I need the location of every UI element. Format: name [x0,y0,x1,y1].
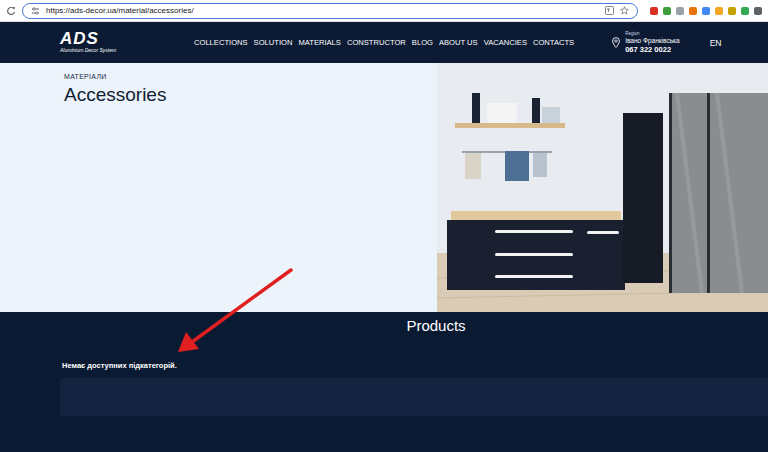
nav-item[interactable]: MATERIALS [298,38,340,47]
extension-icon[interactable] [676,7,684,15]
translate-icon[interactable] [605,6,614,15]
language-switch[interactable]: EN [710,38,722,48]
empty-products-card [60,378,768,416]
region-city[interactable]: Івано Франківська [625,37,679,45]
nav-item[interactable]: SOLUTION [254,38,293,47]
nav-item[interactable]: CONSTRUCTOR [347,38,406,47]
main-nav: COLLECTIONS SOLUTION MATERIALS CONSTRUCTOR B… [194,38,574,47]
extension-icon[interactable] [715,7,723,15]
url-text[interactable]: https://ads-decor.ua/material/accessorie… [46,6,599,15]
empty-message: Немає доступних підкатегорій. [62,361,768,370]
region-selector[interactable]: RegionІвано Франківська067 322 0022 [612,31,679,55]
phone-number[interactable]: 067 322 0022 [625,45,679,55]
extension-icon[interactable] [663,7,671,15]
nav-item[interactable]: VACANCIES [484,38,527,47]
breadcrumb[interactable]: МАТЕРІАЛИ [64,73,437,80]
logo-subtitle[interactable]: Aluminium Decor System [60,47,124,54]
extension-icon[interactable] [689,7,697,15]
nav-item[interactable]: BLOG [412,38,433,47]
extension-icon[interactable] [650,7,658,15]
location-pin-icon[interactable] [612,37,620,48]
hero-text: МАТЕРІАЛИ Accessories [0,63,437,312]
nav-item[interactable]: CONTACTS [533,38,574,47]
extension-icon[interactable] [741,7,749,15]
annotation-arrow-icon [0,0,768,452]
products-section: Products Немає доступних підкатегорій. [0,312,768,452]
section-heading: Products [0,317,768,335]
site-header: ADSAluminium Decor System COLLECTIONS SOLU… [0,22,768,63]
region-info: RegionІвано Франківська067 322 0022 [625,31,679,55]
extensions [650,7,762,15]
region-label: Region [625,31,679,37]
address-bar[interactable]: https://ads-decor.ua/material/accessorie… [22,3,638,19]
site-info-icon[interactable] [31,7,40,15]
logo-text[interactable]: ADS [60,31,124,47]
hero-photo [437,63,768,312]
logo[interactable]: ADSAluminium Decor System [60,31,124,54]
bookmark-star-icon[interactable] [620,6,629,15]
hero: МАТЕРІАЛИ Accessories [0,63,768,312]
extension-icon[interactable] [728,7,736,15]
nav-item[interactable]: COLLECTIONS [194,38,248,47]
nav-item[interactable]: ABOUT US [439,38,478,47]
extension-icon[interactable] [754,7,762,15]
browser-toolbar: https://ads-decor.ua/material/accessorie… [0,0,768,22]
page-title: Accessories [64,84,437,106]
extension-icon[interactable] [702,7,710,15]
reload-icon[interactable] [6,6,16,16]
